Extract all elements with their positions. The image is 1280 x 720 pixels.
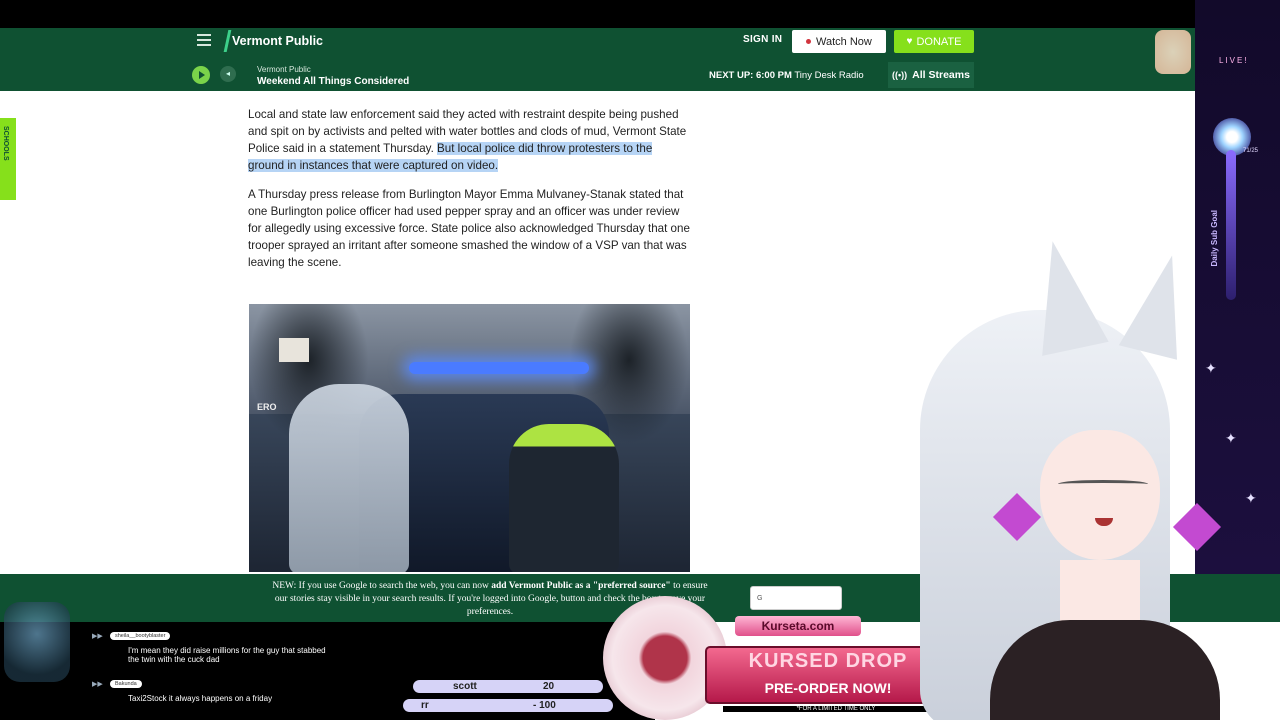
all-streams-label: All Streams xyxy=(912,69,970,81)
header-top-row: Vermont Public SIGN IN Watch Now ♥ DONAT… xyxy=(0,28,1280,55)
live-dot-icon xyxy=(806,39,811,44)
chat-bot-avatar xyxy=(4,602,70,682)
side-tab[interactable]: SCHOOLS xyxy=(0,118,16,200)
article-paragraph: Local and state law enforcement said the… xyxy=(248,106,690,174)
next-up-show: Tiny Desk Radio xyxy=(794,70,864,81)
heart-icon: ♥ xyxy=(906,36,913,47)
logo-mark-icon xyxy=(223,30,232,52)
avatar-face xyxy=(1040,430,1160,560)
stream-chat: ▶▶ sheila__bootyblaster I'm mean they di… xyxy=(0,602,395,720)
site-header: Vermont Public SIGN IN Watch Now ♥ DONAT… xyxy=(0,28,1280,91)
donate-button[interactable]: ♥ DONATE xyxy=(894,30,974,53)
photo-protest-sign xyxy=(279,338,309,362)
vtuber-avatar xyxy=(880,230,1222,720)
article-body: Local and state law enforcement said the… xyxy=(248,106,690,283)
banner-prefix: NEW: If you use Google to search the web… xyxy=(272,581,492,591)
live-label: LIVE! xyxy=(1219,56,1249,65)
goal-bar xyxy=(1226,150,1236,300)
chat-arrow-icon: ▶▶ xyxy=(92,681,103,688)
broadcast-icon: ((•)) xyxy=(892,70,908,80)
article-paragraph: A Thursday press release from Burlington… xyxy=(248,188,690,269)
donate-label: DONATE xyxy=(916,35,962,48)
promo-site: Kurseta.com xyxy=(735,616,861,636)
sub-pill-name: scott xyxy=(453,681,477,692)
banner-bold[interactable]: add Vermont Public as a "preferred sourc… xyxy=(491,581,670,591)
logo-text: Vermont Public xyxy=(232,34,323,48)
photo-light-bar xyxy=(409,362,589,374)
chat-message: Taxi2Stock it always happens on a friday xyxy=(128,694,273,703)
goal-label: Daily Sub Goal xyxy=(1210,210,1219,267)
goal-count: 71/25 xyxy=(1243,148,1259,154)
sub-pill-value: 20 xyxy=(543,681,555,692)
next-up-time: 6:00 PM xyxy=(755,70,792,81)
avatar-eyes xyxy=(1058,480,1148,488)
article-photo: ERO xyxy=(249,304,690,572)
star-icon: ✦ xyxy=(1245,490,1257,506)
play-button[interactable] xyxy=(192,66,210,84)
watch-now-label: Watch Now xyxy=(816,35,872,48)
chat-username: sheila__bootyblaster xyxy=(110,632,171,640)
next-up: NEXT UP: 6:00 PM Tiny Desk Radio xyxy=(709,70,864,81)
photo-person-poncho xyxy=(289,384,409,572)
player-bar: ◂ Vermont Public Weekend All Things Cons… xyxy=(0,61,1280,89)
chat-message: I'm mean they did raise millions for the… xyxy=(128,646,326,664)
side-tab-label: SCHOOLS xyxy=(2,126,9,161)
star-icon: ✦ xyxy=(1225,430,1237,446)
sub-pill: scott 20 xyxy=(413,680,603,693)
chat-username: Bakunda xyxy=(110,680,142,688)
sub-pill-name: rr xyxy=(421,700,429,711)
next-up-label: NEXT UP: xyxy=(709,70,754,81)
site-logo[interactable]: Vermont Public xyxy=(223,30,323,52)
lantern-icon xyxy=(1155,30,1191,74)
chat-arrow-icon: ▶▶ xyxy=(92,633,103,640)
photo-person-green-hood xyxy=(509,424,619,572)
all-streams-button[interactable]: ((•)) All Streams xyxy=(888,62,974,88)
stream-source: Vermont Public xyxy=(257,65,311,74)
sign-in-link[interactable]: SIGN IN xyxy=(743,34,782,45)
watch-now-button[interactable]: Watch Now xyxy=(792,30,886,53)
hamburger-menu-icon[interactable] xyxy=(197,34,211,46)
screen: Vermont Public SIGN IN Watch Now ♥ DONAT… xyxy=(0,0,1280,720)
volume-icon[interactable]: ◂ xyxy=(220,66,236,82)
avatar-body xyxy=(990,620,1220,720)
top-black-strip xyxy=(0,0,1280,28)
sub-pill-value: - 100 xyxy=(533,700,556,711)
stream-show-title: Weekend All Things Considered xyxy=(257,76,410,87)
photo-text: ERO xyxy=(257,402,277,412)
avatar-ear-right xyxy=(1118,248,1202,360)
sub-pill: rr - 100 xyxy=(403,699,613,712)
